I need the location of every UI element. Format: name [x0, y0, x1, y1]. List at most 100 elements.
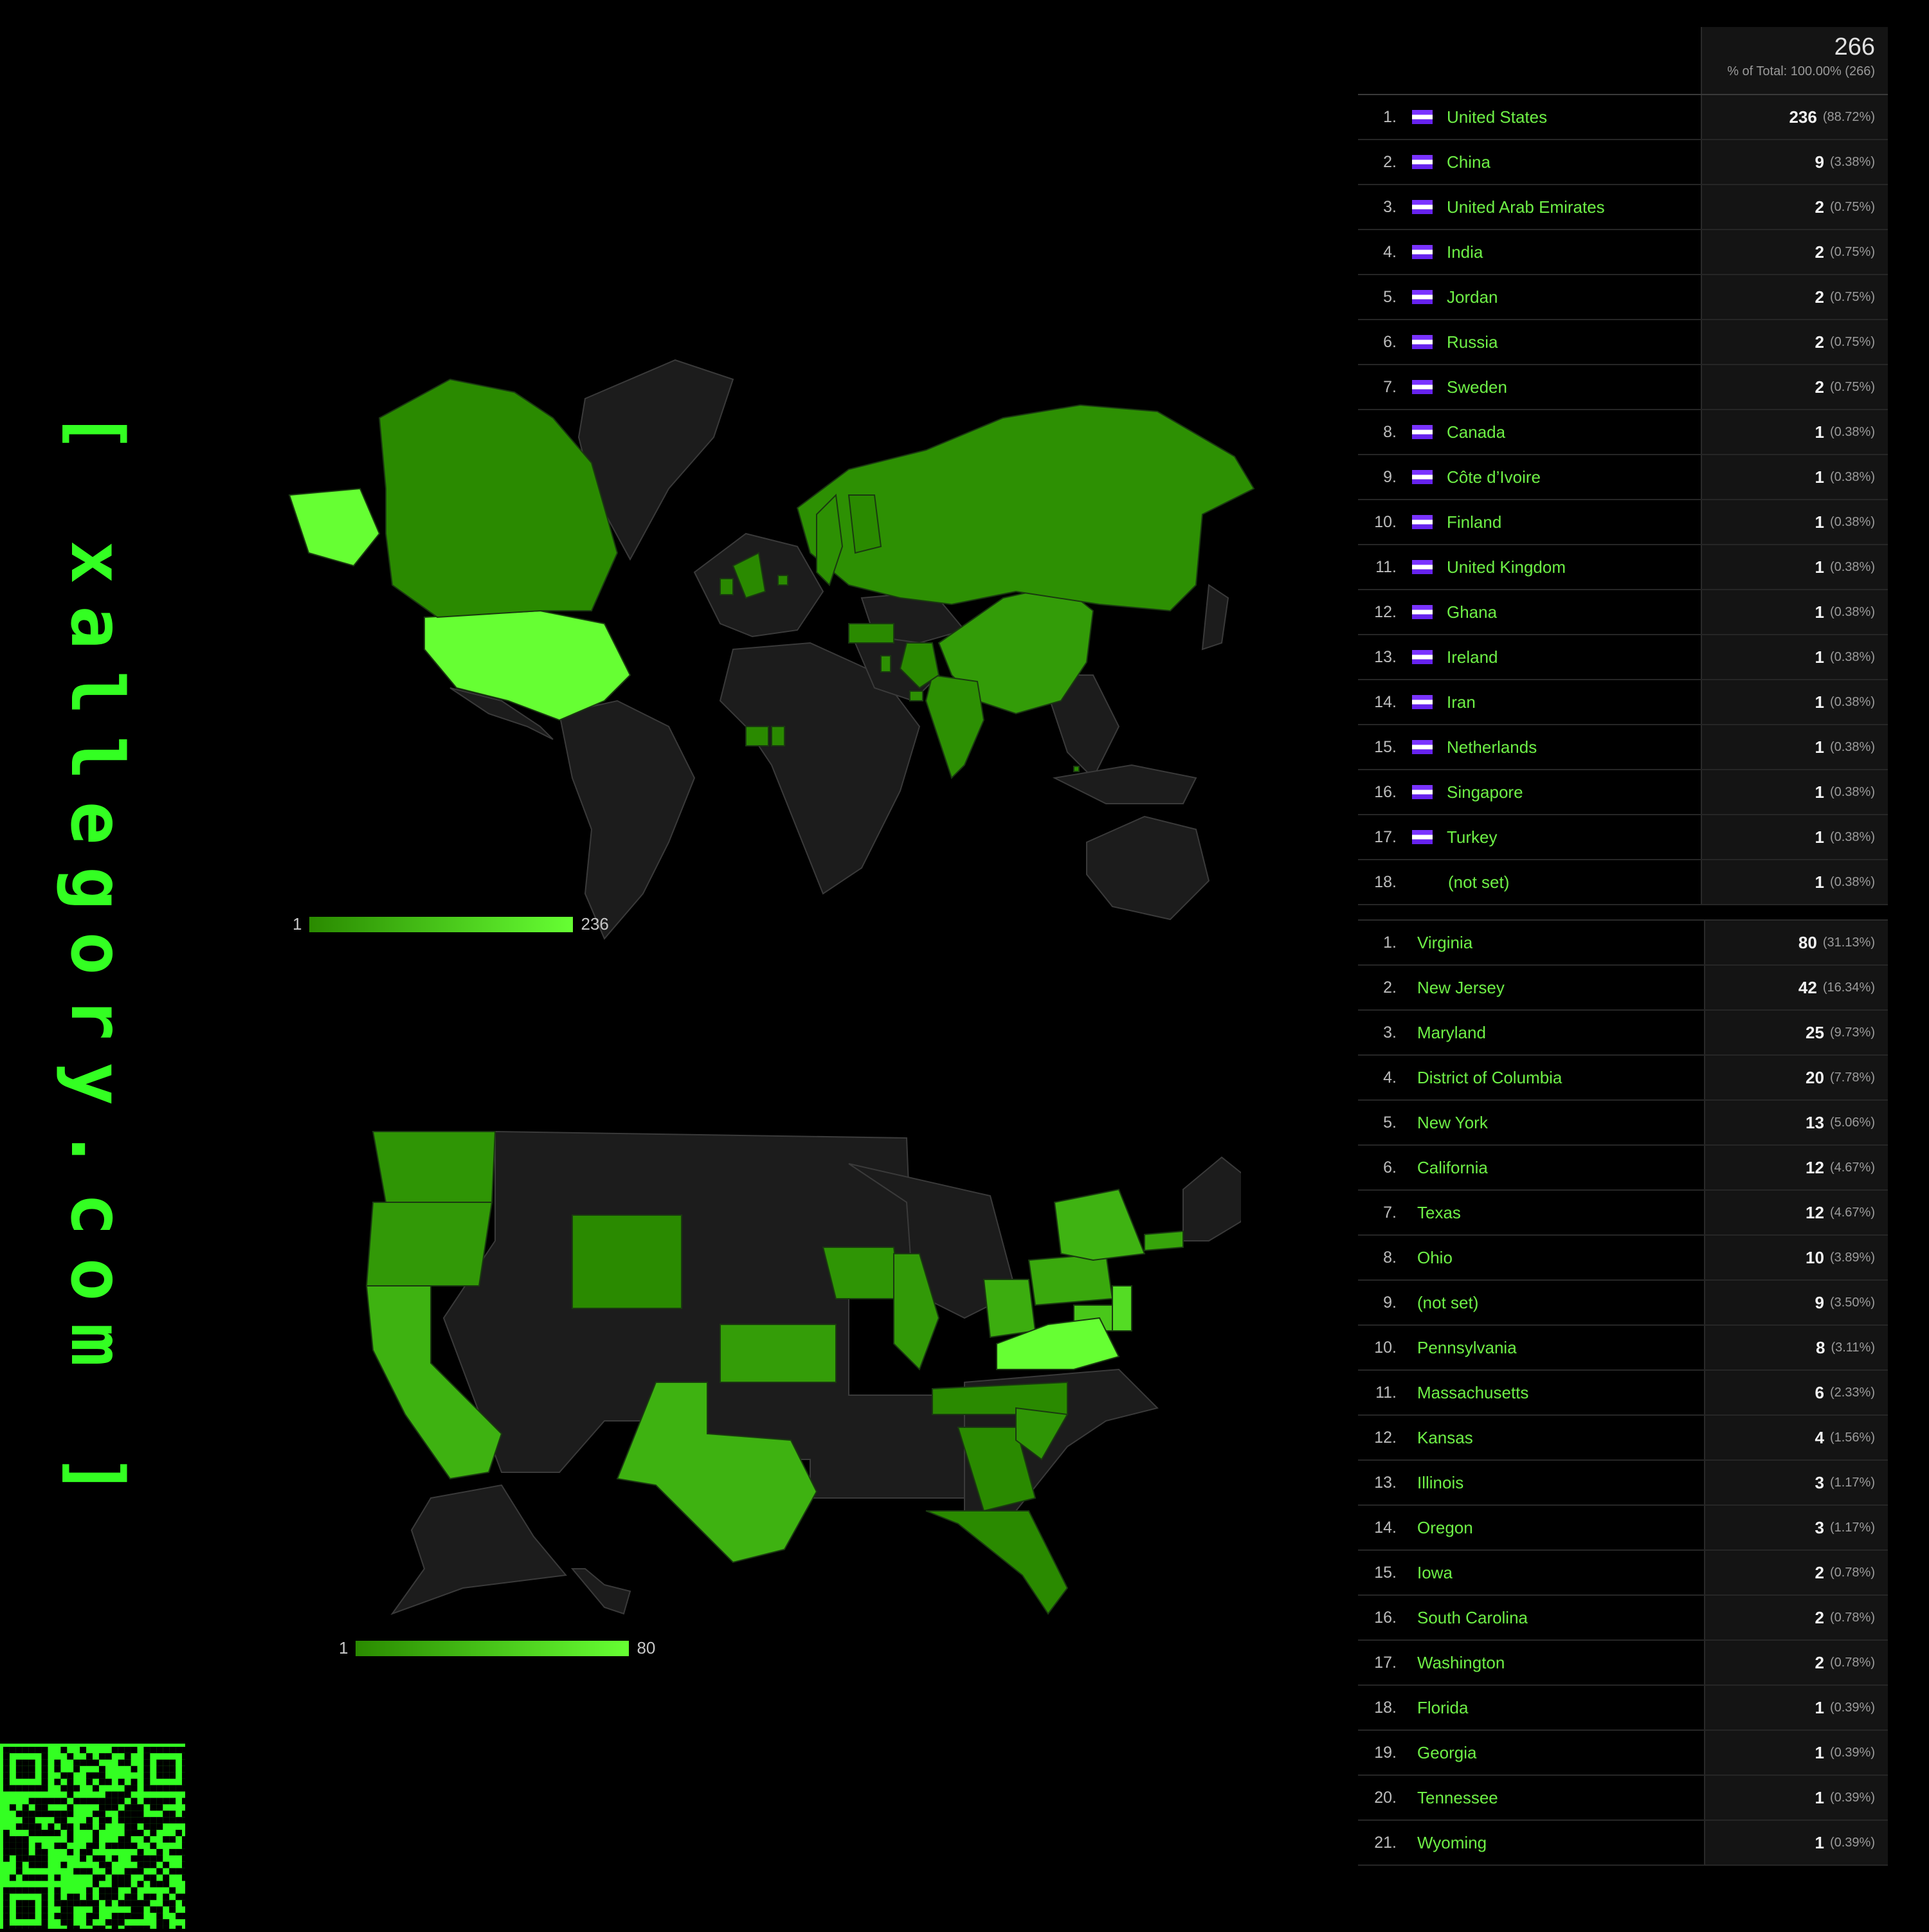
- row-name-link[interactable]: Washington: [1417, 1653, 1505, 1673]
- row-name-link[interactable]: China: [1447, 152, 1490, 172]
- country-region-c-te-d-ivoire[interactable]: [745, 726, 769, 746]
- table-row[interactable]: 6. California 12 (4.67%): [1358, 1146, 1888, 1191]
- row-name-link[interactable]: India: [1447, 242, 1483, 262]
- row-name-link[interactable]: Sweden: [1447, 377, 1507, 397]
- us-map[interactable]: [347, 1125, 1241, 1665]
- table-row[interactable]: 5. New York 13 (5.06%): [1358, 1101, 1888, 1146]
- table-row[interactable]: 1. United States 236 (88.72%): [1358, 95, 1888, 140]
- state-region-oregon[interactable]: [365, 1202, 493, 1286]
- state-region-tennessee[interactable]: [932, 1381, 1068, 1415]
- table-row[interactable]: 14. Iran 1 (0.38%): [1358, 680, 1888, 725]
- row-name-link[interactable]: (not set): [1417, 1293, 1478, 1313]
- state-region-wyoming[interactable]: [572, 1214, 682, 1309]
- country-region-india[interactable]: [925, 674, 985, 779]
- table-row[interactable]: 13. Ireland 1 (0.38%): [1358, 635, 1888, 680]
- row-name-link[interactable]: Texas: [1417, 1203, 1461, 1223]
- country-region-canada[interactable]: [378, 378, 619, 618]
- table-row[interactable]: 5. Jordan 2 (0.75%): [1358, 275, 1888, 320]
- table-row[interactable]: 12. Kansas 4 (1.56%): [1358, 1416, 1888, 1461]
- row-name-link[interactable]: Pennsylvania: [1417, 1338, 1517, 1358]
- row-name-link[interactable]: Netherlands: [1447, 737, 1537, 757]
- state-region-new-jersey[interactable]: [1112, 1285, 1132, 1332]
- table-row[interactable]: 7. Texas 12 (4.67%): [1358, 1191, 1888, 1236]
- table-row[interactable]: 17. Washington 2 (0.78%): [1358, 1641, 1888, 1686]
- row-name-link[interactable]: Florida: [1417, 1698, 1468, 1718]
- country-region-netherlands[interactable]: [777, 575, 788, 586]
- state-region-kansas[interactable]: [720, 1324, 837, 1383]
- table-row[interactable]: 8. Canada 1 (0.38%): [1358, 410, 1888, 455]
- table-row[interactable]: 21. Wyoming 1 (0.39%): [1358, 1821, 1888, 1866]
- row-name-link[interactable]: Ohio: [1417, 1248, 1453, 1268]
- row-name-link[interactable]: California: [1417, 1158, 1488, 1178]
- state-region-new-york[interactable]: [1053, 1188, 1146, 1261]
- table-row[interactable]: 10. Pennsylvania 8 (3.11%): [1358, 1326, 1888, 1371]
- row-name-link[interactable]: Côte d’Ivoire: [1447, 467, 1541, 487]
- world-map[interactable]: [283, 341, 1260, 958]
- table-row[interactable]: 11. United Kingdom 1 (0.38%): [1358, 545, 1888, 590]
- table-row[interactable]: 2. New Jersey 42 (16.34%): [1358, 966, 1888, 1011]
- row-name-link[interactable]: Finland: [1447, 512, 1501, 532]
- row-name-link[interactable]: Singapore: [1447, 782, 1523, 802]
- country-region-singapore[interactable]: [1073, 766, 1080, 772]
- row-name-link[interactable]: Canada: [1447, 422, 1505, 442]
- country-region-united-arab-emirates[interactable]: [909, 691, 923, 701]
- table-row[interactable]: 14. Oregon 3 (1.17%): [1358, 1506, 1888, 1551]
- row-name-link[interactable]: South Carolina: [1417, 1608, 1528, 1628]
- table-row[interactable]: 3. Maryland 25 (9.73%): [1358, 1011, 1888, 1056]
- table-row[interactable]: 17. Turkey 1 (0.38%): [1358, 815, 1888, 860]
- table-row[interactable]: 1. Virginia 80 (31.13%): [1358, 921, 1888, 966]
- row-name-link[interactable]: Ireland: [1447, 647, 1498, 667]
- table-row[interactable]: 6. Russia 2 (0.75%): [1358, 320, 1888, 365]
- table-row[interactable]: 9. Côte d’Ivoire 1 (0.38%): [1358, 455, 1888, 500]
- row-name-link[interactable]: Illinois: [1417, 1473, 1463, 1493]
- row-name-link[interactable]: Turkey: [1447, 827, 1498, 847]
- row-name-link[interactable]: (not set): [1448, 872, 1509, 892]
- table-row[interactable]: 2. China 9 (3.38%): [1358, 140, 1888, 185]
- table-row[interactable]: 8. Ohio 10 (3.89%): [1358, 1236, 1888, 1281]
- table-row[interactable]: 4. District of Columbia 20 (7.78%): [1358, 1056, 1888, 1101]
- row-name-link[interactable]: United States: [1447, 107, 1547, 127]
- country-region-turkey[interactable]: [848, 623, 894, 644]
- qr-code[interactable]: [0, 1744, 188, 1932]
- table-row[interactable]: 16. Singapore 1 (0.38%): [1358, 770, 1888, 815]
- row-name-link[interactable]: Russia: [1447, 332, 1498, 352]
- state-region-florida[interactable]: [925, 1510, 1069, 1615]
- table-row[interactable]: 9. (not set) 9 (3.50%): [1358, 1281, 1888, 1326]
- row-name-link[interactable]: Georgia: [1417, 1743, 1477, 1763]
- row-name-link[interactable]: Maryland: [1417, 1023, 1486, 1043]
- country-region-jordan[interactable]: [880, 655, 891, 673]
- country-region-ireland[interactable]: [720, 578, 734, 595]
- row-name-link[interactable]: New Jersey: [1417, 978, 1505, 998]
- table-row[interactable]: 19. Georgia 1 (0.39%): [1358, 1731, 1888, 1776]
- country-region-finland[interactable]: [847, 494, 882, 554]
- row-name-link[interactable]: Tennessee: [1417, 1788, 1498, 1808]
- row-name-link[interactable]: Ghana: [1447, 602, 1497, 622]
- state-region-washington[interactable]: [372, 1131, 496, 1203]
- row-name-link[interactable]: New York: [1417, 1113, 1488, 1133]
- table-row[interactable]: 16. South Carolina 2 (0.78%): [1358, 1596, 1888, 1641]
- table-row[interactable]: 20. Tennessee 1 (0.39%): [1358, 1776, 1888, 1821]
- row-name-link[interactable]: United Kingdom: [1447, 557, 1566, 577]
- table-row[interactable]: 18. (not set) 1 (0.38%): [1358, 860, 1888, 905]
- table-row[interactable]: 3. United Arab Emirates 2 (0.75%): [1358, 185, 1888, 230]
- row-name-link[interactable]: Kansas: [1417, 1428, 1473, 1448]
- table-row[interactable]: 12. Ghana 1 (0.38%): [1358, 590, 1888, 635]
- table-row[interactable]: 15. Iowa 2 (0.78%): [1358, 1551, 1888, 1596]
- row-name-link[interactable]: Massachusetts: [1417, 1383, 1528, 1403]
- row-name-link[interactable]: Wyoming: [1417, 1833, 1487, 1853]
- table-row[interactable]: 15. Netherlands 1 (0.38%): [1358, 725, 1888, 770]
- state-region-iowa[interactable]: [822, 1247, 901, 1299]
- row-name-link[interactable]: District of Columbia: [1417, 1068, 1562, 1088]
- table-row[interactable]: 7. Sweden 2 (0.75%): [1358, 365, 1888, 410]
- row-name-link[interactable]: Iowa: [1417, 1563, 1453, 1583]
- table-row[interactable]: 11. Massachusetts 6 (2.33%): [1358, 1371, 1888, 1416]
- state-region-pennsylvania[interactable]: [1028, 1252, 1114, 1306]
- row-name-link[interactable]: United Arab Emirates: [1447, 197, 1605, 217]
- row-name-link[interactable]: Jordan: [1447, 287, 1498, 307]
- table-row[interactable]: 10. Finland 1 (0.38%): [1358, 500, 1888, 545]
- table-row[interactable]: 4. India 2 (0.75%): [1358, 230, 1888, 275]
- state-region-ohio[interactable]: [983, 1279, 1037, 1339]
- state-region-massachusetts[interactable]: [1144, 1230, 1184, 1252]
- table-row[interactable]: 13. Illinois 3 (1.17%): [1358, 1461, 1888, 1506]
- row-name-link[interactable]: Iran: [1447, 692, 1476, 712]
